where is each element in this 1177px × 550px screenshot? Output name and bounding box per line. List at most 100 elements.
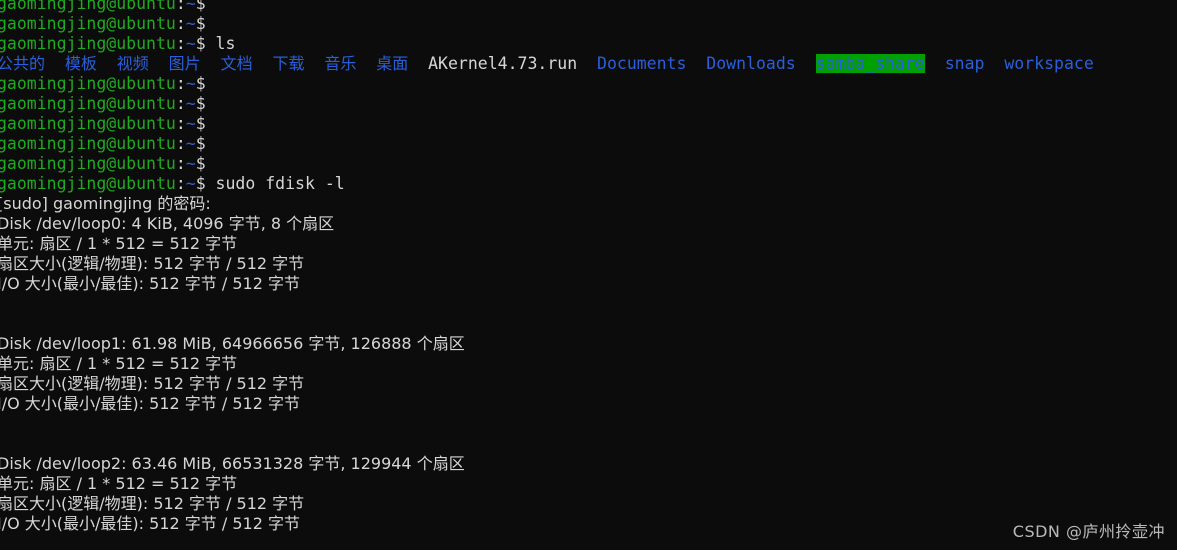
ls-item-gap: [201, 54, 221, 73]
terminal-output-text: 扇区大小(逻辑/物理): 512 字节 / 512 字节: [0, 494, 305, 513]
prompt-path: ~: [185, 0, 196, 13]
ls-item-gap: [408, 54, 428, 73]
ls-item-gap: [45, 54, 65, 73]
prompt-sigil: $: [195, 134, 206, 153]
ls-item-directory: 模板: [64, 54, 97, 73]
prompt-user-host: gaomingjing@ubuntu: [0, 94, 176, 113]
ls-item-gap: [304, 54, 324, 73]
ls-item-directory: workspace: [1004, 54, 1094, 73]
prompt-sigil: $: [195, 174, 206, 193]
terminal-prompt-line: gaomingjing@ubuntu:~$: [0, 114, 1177, 134]
terminal-output-text: I/O 大小(最小/最佳): 512 字节 / 512 字节: [0, 394, 300, 413]
ls-item-sticky-directory: samba_share: [815, 54, 925, 73]
ls-item-file: AKernel4.73.run: [428, 54, 578, 73]
terminal-output-text: I/O 大小(最小/最佳): 512 字节 / 512 字节: [0, 514, 300, 533]
terminal-output-line: I/O 大小(最小/最佳): 512 字节 / 512 字节: [0, 514, 1177, 534]
ls-item-directory: 图片: [168, 54, 201, 73]
ls-item-directory: 文档: [220, 54, 253, 73]
ls-item-gap: [253, 54, 273, 73]
prompt-sigil: $: [195, 114, 206, 133]
ls-item-directory: Downloads: [706, 54, 796, 73]
ls-item-directory: 视频: [116, 54, 149, 73]
terminal-output-line: Disk /dev/loop1: 61.98 MiB, 64966656 字节,…: [0, 334, 1177, 354]
prompt-colon: :: [175, 134, 186, 153]
prompt-user-host: gaomingjing@ubuntu: [0, 34, 176, 53]
terminal-output-line: Disk /dev/loop2: 63.46 MiB, 66531328 字节,…: [0, 454, 1177, 474]
prompt-colon: :: [175, 74, 186, 93]
terminal-screen[interactable]: gaomingjing@ubuntu:~$ gaomingjing@ubuntu:…: [0, 0, 1177, 534]
terminal-output-text: Disk /dev/loop0: 4 KiB, 4096 字节, 8 个扇区: [0, 214, 335, 233]
prompt-sigil: $: [195, 14, 206, 33]
prompt-user-host: gaomingjing@ubuntu: [0, 134, 176, 153]
prompt-sigil: $: [195, 74, 206, 93]
ls-item-gap: [796, 54, 816, 73]
prompt-sigil: $: [195, 0, 206, 13]
terminal-output-line: 扇区大小(逻辑/物理): 512 字节 / 512 字节: [0, 494, 1177, 514]
prompt-path: ~: [185, 174, 196, 193]
prompt-path: ~: [185, 94, 196, 113]
prompt-colon: :: [175, 154, 186, 173]
terminal-output-line: 扇区大小(逻辑/物理): 512 字节 / 512 字节: [0, 374, 1177, 394]
ls-item-gap: [149, 54, 169, 73]
prompt-user-host: gaomingjing@ubuntu: [0, 154, 176, 173]
terminal-window[interactable]: gaomingjing@ubuntu:~$ gaomingjing@ubuntu:…: [0, 0, 1177, 550]
prompt-user-host: gaomingjing@ubuntu: [0, 114, 176, 133]
terminal-prompt-line: gaomingjing@ubuntu:~$ sudo fdisk -l: [0, 174, 1177, 194]
prompt-colon: :: [175, 0, 186, 13]
prompt-sigil: $: [195, 154, 206, 173]
terminal-output-text: 单元: 扇区 / 1 * 512 = 512 字节: [0, 354, 238, 373]
terminal-prompt-line: gaomingjing@ubuntu:~$: [0, 74, 1177, 94]
terminal-prompt-line: gaomingjing@ubuntu:~$: [0, 14, 1177, 34]
terminal-prompt-line: gaomingjing@ubuntu:~$ ls: [0, 34, 1177, 54]
prompt-path: ~: [185, 34, 196, 53]
prompt-user-host: gaomingjing@ubuntu: [0, 0, 176, 13]
terminal-output-text: 扇区大小(逻辑/物理): 512 字节 / 512 字节: [0, 254, 305, 273]
terminal-output-text: I/O 大小(最小/最佳): 512 字节 / 512 字节: [0, 274, 300, 293]
prompt-colon: :: [175, 14, 186, 33]
ls-item-directory: 桌面: [376, 54, 409, 73]
terminal-output-line: 单元: 扇区 / 1 * 512 = 512 字节: [0, 354, 1177, 374]
ls-item-gap: [97, 54, 117, 73]
terminal-output-line: 扇区大小(逻辑/物理): 512 字节 / 512 字节: [0, 254, 1177, 274]
terminal-output-text: 扇区大小(逻辑/物理): 512 字节 / 512 字节: [0, 374, 305, 393]
terminal-prompt-line: gaomingjing@ubuntu:~$: [0, 154, 1177, 174]
prompt-colon: :: [175, 114, 186, 133]
ls-item-gap: [925, 54, 945, 73]
ls-item-directory: snap: [944, 54, 985, 73]
terminal-command: ls: [205, 34, 236, 53]
ls-item-gap: [577, 54, 597, 73]
prompt-path: ~: [185, 154, 196, 173]
ls-output-line: 公共的 模板 视频 图片 文档 下载 音乐 桌面 AKernel4.73.run…: [0, 54, 1177, 74]
prompt-user-host: gaomingjing@ubuntu: [0, 14, 176, 33]
terminal-output-line: 单元: 扇区 / 1 * 512 = 512 字节: [0, 474, 1177, 494]
prompt-path: ~: [185, 14, 196, 33]
terminal-prompt-line: gaomingjing@ubuntu:~$: [0, 0, 1177, 14]
terminal-output-text: [sudo] gaomingjing 的密码:: [0, 194, 211, 213]
prompt-path: ~: [185, 114, 196, 133]
prompt-user-host: gaomingjing@ubuntu: [0, 74, 176, 93]
terminal-output-line: I/O 大小(最小/最佳): 512 字节 / 512 字节: [0, 394, 1177, 414]
terminal-output-text: Disk /dev/loop1: 61.98 MiB, 64966656 字节,…: [0, 334, 465, 353]
ls-item-gap: [686, 54, 706, 73]
terminal-prompt-line: gaomingjing@ubuntu:~$: [0, 94, 1177, 114]
prompt-sigil: $: [195, 34, 206, 53]
csdn-watermark: CSDN @庐州拎壶冲: [1012, 522, 1165, 541]
prompt-colon: :: [175, 34, 186, 53]
ls-item-directory: 下载: [272, 54, 305, 73]
terminal-output-text: Disk /dev/loop2: 63.46 MiB, 66531328 字节,…: [0, 454, 465, 473]
ls-item-gap: [356, 54, 376, 73]
prompt-user-host: gaomingjing@ubuntu: [0, 174, 176, 193]
terminal-prompt-line: gaomingjing@ubuntu:~$: [0, 134, 1177, 154]
prompt-path: ~: [185, 74, 196, 93]
terminal-output-line: Disk /dev/loop0: 4 KiB, 4096 字节, 8 个扇区: [0, 214, 1177, 234]
prompt-colon: :: [175, 94, 186, 113]
ls-item-directory: 音乐: [324, 54, 357, 73]
terminal-output-line: 单元: 扇区 / 1 * 512 = 512 字节: [0, 234, 1177, 254]
ls-item-directory: 公共的: [0, 54, 46, 73]
terminal-command: sudo fdisk -l: [205, 174, 345, 193]
terminal-output-line: I/O 大小(最小/最佳): 512 字节 / 512 字节: [0, 274, 1177, 294]
ls-item-gap: [984, 54, 1004, 73]
